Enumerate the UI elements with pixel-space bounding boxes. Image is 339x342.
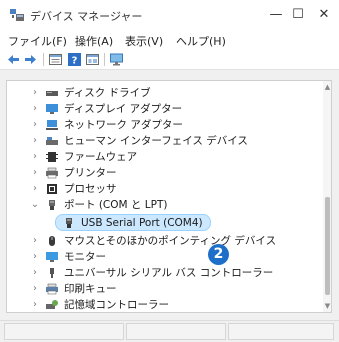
chevron-right-icon[interactable]: › xyxy=(30,166,40,180)
port-icon xyxy=(66,218,72,228)
tree-item-network-adapters[interactable]: › ネットワーク アダプター xyxy=(7,117,317,133)
tree-item-label: ユニバーサル シリアル バス コントローラー xyxy=(64,267,274,279)
menu-file[interactable]: ファイル(F) xyxy=(8,33,67,49)
menu-view[interactable]: 表示(V) xyxy=(125,33,163,49)
tree-item-label: モニター xyxy=(64,251,106,263)
chevron-right-icon[interactable]: › xyxy=(30,86,40,100)
tree-item-label: ディスク ドライブ xyxy=(64,87,151,99)
tree-item-label: 記憶域コントローラー xyxy=(64,299,169,311)
tree-item-ports[interactable]: ⌄ ポート (COM と LPT) xyxy=(7,197,317,213)
tree-item-label: ポート (COM と LPT) xyxy=(64,199,168,211)
tree-item-mice[interactable]: › マウスとそのほかのポインティング デバイス xyxy=(7,233,317,249)
close-button[interactable]: ✕ xyxy=(314,6,334,24)
menu-help[interactable]: ヘルプ(H) xyxy=(176,33,226,49)
chevron-right-icon[interactable]: › xyxy=(30,150,40,164)
tree-item-label: ネットワーク アダプター xyxy=(64,119,183,131)
tree-item-firmware[interactable]: › ファームウェア xyxy=(7,149,317,165)
port-icon xyxy=(49,200,55,210)
minimize-button[interactable]: — xyxy=(266,6,286,24)
help-icon[interactable]: ? xyxy=(67,52,82,67)
tree-item-usb-serial-port[interactable]: USB Serial Port (COM4) xyxy=(7,215,317,231)
maximize-button[interactable]: ☐ xyxy=(288,6,308,24)
tree-item-label: ディスプレイ アダプター xyxy=(64,103,183,115)
processor-icon xyxy=(47,184,57,194)
tree-item-label: マウスとそのほかのポインティング デバイス xyxy=(64,235,277,247)
disk-drive-icon xyxy=(46,91,58,96)
menu-action[interactable]: 操作(A) xyxy=(75,33,113,49)
tree-item-disk-drives[interactable]: › ディスク ドライブ xyxy=(7,85,317,101)
window-title: デバイス マネージャー xyxy=(30,10,143,23)
chevron-right-icon[interactable]: › xyxy=(30,250,40,264)
title-bar: デバイス マネージャー — ☐ ✕ xyxy=(0,0,339,30)
chevron-right-icon[interactable]: › xyxy=(30,182,40,196)
chevron-down-icon[interactable]: ⌄ xyxy=(30,198,40,212)
tree-item-display-adapters[interactable]: › ディスプレイ アダプター xyxy=(7,101,317,117)
monitor-scan-icon[interactable] xyxy=(109,52,124,67)
status-cell xyxy=(4,323,124,340)
tree-item-print-queues[interactable]: › 印刷キュー xyxy=(7,281,317,297)
storage-controller-icon xyxy=(46,300,58,309)
menu-bar: ファイル(F) 操作(A) 表示(V) ヘルプ(H) xyxy=(0,30,339,50)
chevron-right-icon[interactable]: › xyxy=(30,234,40,248)
tree-item-monitors[interactable]: › モニター xyxy=(7,249,317,265)
tree-item-label: 印刷キュー xyxy=(64,283,117,295)
usb-icon xyxy=(50,268,54,278)
status-bar xyxy=(0,320,339,342)
properties-icon[interactable] xyxy=(48,52,63,67)
tree-item-label: USB Serial Port (COM4) xyxy=(81,217,203,229)
device-manager-window: デバイス マネージャー — ☐ ✕ ファイル(F) 操作(A) 表示(V) ヘル… xyxy=(0,0,339,342)
chevron-right-icon[interactable]: › xyxy=(30,118,40,132)
back-arrow-icon[interactable] xyxy=(6,52,21,67)
chevron-right-icon[interactable]: › xyxy=(30,134,40,148)
status-cell xyxy=(228,323,334,340)
toolbar-separator xyxy=(104,53,105,66)
toolbar: ? xyxy=(0,50,339,70)
mouse-icon xyxy=(49,236,55,246)
vertical-scrollbar[interactable]: ▲ ▼ xyxy=(323,81,331,312)
network-adapter-icon xyxy=(46,120,58,130)
tree-item-printers[interactable]: › プリンター xyxy=(7,165,317,181)
chevron-right-icon[interactable]: › xyxy=(30,102,40,116)
view-icon[interactable] xyxy=(85,52,100,67)
svg-text:?: ? xyxy=(72,56,78,67)
monitor-icon xyxy=(46,252,58,262)
printer-icon xyxy=(46,167,58,179)
toolbar-separator xyxy=(43,53,44,66)
tree-item-label: ファームウェア xyxy=(64,151,138,163)
chevron-right-icon[interactable]: › xyxy=(30,282,40,296)
scroll-up-arrow-icon[interactable]: ▲ xyxy=(323,83,331,91)
tree-item-label: プリンター xyxy=(64,167,117,179)
hid-icon xyxy=(46,137,58,145)
tree-item-label: プロセッサ xyxy=(64,183,117,195)
display-adapter-icon xyxy=(46,104,58,114)
print-queue-icon xyxy=(46,283,58,295)
forward-arrow-icon[interactable] xyxy=(23,52,38,67)
tree-item-hid[interactable]: › ヒューマン インターフェイス デバイス xyxy=(7,133,317,149)
chevron-right-icon[interactable]: › xyxy=(30,266,40,280)
tree-item-usb-controllers[interactable]: › ユニバーサル シリアル バス コントローラー xyxy=(7,265,317,281)
tree-item-storage-controllers[interactable]: › 記憶域コントローラー xyxy=(7,297,317,312)
device-tree[interactable]: › ディスク ドライブ › ディスプレイ アダプター › ネットワーク アダプタ… xyxy=(6,80,332,313)
chevron-right-icon[interactable]: › xyxy=(30,298,40,312)
tree-item-label: ヒューマン インターフェイス デバイス xyxy=(64,135,248,147)
device-manager-icon xyxy=(10,9,24,21)
status-cell xyxy=(126,323,226,340)
scroll-thumb[interactable] xyxy=(325,197,330,295)
firmware-icon xyxy=(46,152,58,162)
tree-item-processors[interactable]: › プロセッサ xyxy=(7,181,317,197)
step-number-badge: 2 xyxy=(208,244,229,265)
scroll-down-arrow-icon[interactable]: ▼ xyxy=(323,302,331,310)
